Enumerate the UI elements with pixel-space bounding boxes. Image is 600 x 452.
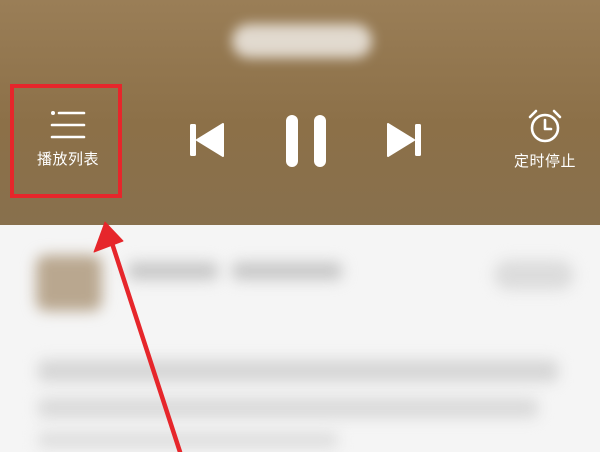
annotation-arrow: [93, 221, 183, 452]
